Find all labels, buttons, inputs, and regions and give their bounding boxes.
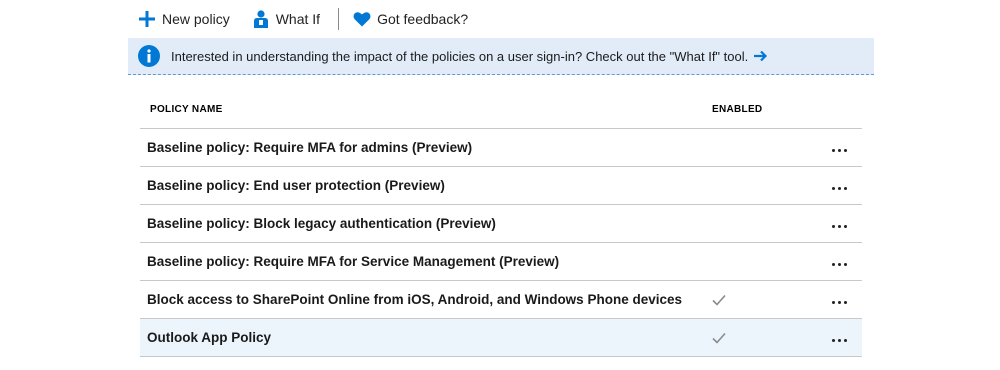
ellipsis-icon: [832, 187, 847, 190]
enabled-cell: [712, 294, 832, 306]
ellipsis-icon: [832, 301, 847, 304]
arrow-right-icon[interactable]: [754, 50, 768, 62]
table-row[interactable]: Baseline policy: Require MFA for admins …: [140, 129, 862, 167]
more-options-button[interactable]: [832, 333, 862, 342]
table-row[interactable]: Baseline policy: End user protection (Pr…: [140, 167, 862, 205]
table-row[interactable]: Block access to SharePoint Online from i…: [140, 281, 862, 319]
new-policy-label: New policy: [162, 11, 230, 27]
person-icon: [252, 10, 270, 28]
policy-name-cell: Outlook App Policy: [147, 330, 272, 345]
table-body: Baseline policy: Require MFA for admins …: [140, 129, 862, 357]
more-options-button[interactable]: [832, 295, 862, 304]
plus-icon: [138, 10, 156, 28]
heart-icon: [353, 10, 371, 28]
table-header: POLICY NAME ENABLED: [140, 90, 862, 129]
column-header-policy-name[interactable]: POLICY NAME: [140, 104, 712, 115]
table-row[interactable]: Baseline policy: Require MFA for Service…: [140, 243, 862, 281]
banner-text: Interested in understanding the impact o…: [171, 48, 749, 64]
what-if-info-banner: Interested in understanding the impact o…: [128, 38, 874, 75]
policy-name-cell: Baseline policy: End user protection (Pr…: [147, 178, 445, 193]
info-icon: [138, 45, 160, 67]
check-icon: [712, 332, 726, 344]
policy-name-cell: Baseline policy: Require MFA for Service…: [147, 254, 560, 269]
column-header-enabled[interactable]: ENABLED: [712, 104, 802, 115]
table-row[interactable]: Baseline policy: Block legacy authentica…: [140, 205, 862, 243]
ellipsis-icon: [832, 263, 847, 266]
command-bar: New policy What If Got feedback?: [128, 0, 874, 38]
feedback-button[interactable]: Got feedback?: [353, 0, 468, 38]
more-options-button[interactable]: [832, 219, 862, 228]
more-options-button[interactable]: [832, 143, 862, 152]
policy-name-cell: Block access to SharePoint Online from i…: [147, 292, 682, 307]
new-policy-button[interactable]: New policy: [138, 0, 230, 38]
policy-name-cell: Baseline policy: Require MFA for admins …: [147, 140, 473, 155]
ellipsis-icon: [832, 225, 847, 228]
policy-name-cell: Baseline policy: Block legacy authentica…: [147, 216, 496, 231]
ellipsis-icon: [832, 339, 847, 342]
table-row[interactable]: Outlook App Policy: [140, 319, 862, 357]
what-if-label: What If: [275, 11, 321, 27]
more-options-button[interactable]: [832, 257, 862, 266]
toolbar-divider: [338, 8, 340, 30]
more-options-button[interactable]: [832, 181, 862, 190]
ellipsis-icon: [832, 149, 847, 152]
policies-table: POLICY NAME ENABLED Baseline policy: Req…: [140, 90, 862, 357]
enabled-cell: [712, 332, 832, 344]
feedback-label: Got feedback?: [377, 11, 469, 27]
check-icon: [712, 294, 726, 306]
what-if-button[interactable]: What If: [252, 0, 320, 38]
